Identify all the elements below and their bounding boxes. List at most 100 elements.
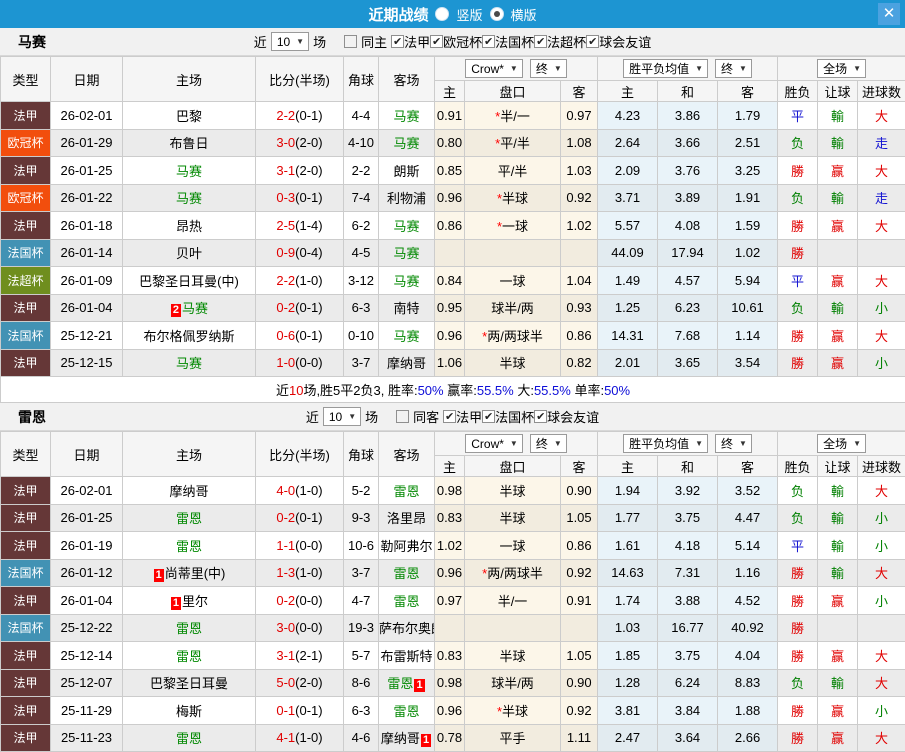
odds-away: 0.92 — [561, 559, 598, 587]
match-date: 26-01-04 — [51, 294, 123, 322]
league-checkbox[interactable]: ✔ — [534, 410, 547, 423]
result-goals: 大 — [858, 477, 905, 505]
odds-group-header: Crow*▼ 终▼ — [435, 57, 598, 81]
league-label[interactable]: 法甲 — [456, 407, 482, 426]
avg-draw: 4.08 — [658, 212, 718, 240]
col-odds-away: 客 — [561, 81, 598, 102]
team-label: 摩纳哥 — [387, 356, 426, 371]
same-venue-label[interactable]: 同主 — [361, 32, 387, 51]
col-type: 类型 — [1, 57, 51, 102]
chevron-down-icon: ▼ — [510, 64, 518, 73]
league-checkbox[interactable]: ✔ — [482, 410, 495, 423]
corner-score: 6-3 — [344, 294, 379, 322]
col-result: 胜负 — [778, 81, 818, 102]
league-label[interactable]: 球会友谊 — [547, 407, 599, 426]
match-date: 26-01-25 — [51, 157, 123, 185]
handicap: 半/一 — [465, 587, 561, 615]
corner-score: 6-3 — [344, 697, 379, 725]
corner-score: 2-2 — [344, 157, 379, 185]
handicap-text: 平/半 — [500, 136, 530, 151]
league-label[interactable]: 球会友谊 — [599, 32, 651, 51]
match-row: 法国杯26-01-121尚蒂里(中)1-3(1-0)3-7雷恩0.96*两/两球… — [1, 559, 905, 587]
league-checkbox[interactable]: ✔ — [482, 35, 495, 48]
layout-radio-horizontal-label[interactable]: 横版 — [511, 5, 537, 24]
halftime-score: (0-1) — [295, 510, 322, 525]
team-label: 尚蒂里(中) — [165, 566, 226, 581]
team-label: 巴黎圣日耳曼 — [150, 676, 228, 691]
match-type: 法国杯 — [1, 614, 51, 642]
match-score: 2-5(1-4) — [256, 212, 344, 240]
odds-home: 0.97 — [435, 587, 465, 615]
avg-away: 5.14 — [718, 532, 778, 560]
league-label[interactable]: 法超杯 — [547, 32, 586, 51]
match-date: 25-11-23 — [51, 724, 123, 752]
final-odds-select[interactable]: 终▼ — [530, 434, 567, 453]
avg-home: 4.23 — [598, 102, 658, 130]
fulltime-score: 3-0 — [276, 620, 295, 635]
result-handicap: 赢 — [818, 322, 858, 350]
same-venue-label[interactable]: 同客 — [413, 407, 439, 426]
league-label[interactable]: 法国杯 — [495, 407, 534, 426]
match-row: 法国杯25-12-22雷恩3-0(0-0)19-3萨布尔奥朗尼1.0316.77… — [1, 614, 905, 642]
layout-radio-vertical[interactable] — [435, 7, 449, 21]
final-avg-select[interactable]: 终▼ — [715, 434, 752, 453]
league-filter: ✔法甲 — [443, 407, 482, 426]
avg-home: 1.94 — [598, 477, 658, 505]
league-checkbox[interactable]: ✔ — [443, 410, 456, 423]
avg-select[interactable]: 胜平负均值▼ — [623, 59, 708, 78]
result-handicap: 赢 — [818, 642, 858, 670]
match-row: 法甲26-01-25马赛3-1(2-0)2-2朗斯0.85平/半1.032.09… — [1, 157, 905, 185]
match-score: 4-0(1-0) — [256, 477, 344, 505]
home-team: 1里尔 — [123, 587, 256, 615]
summary-segment: 50% — [604, 383, 630, 398]
same-venue-checkbox[interactable] — [396, 410, 409, 423]
league-label[interactable]: 法甲 — [404, 32, 430, 51]
league-checkbox[interactable]: ✔ — [391, 35, 404, 48]
avg-home: 3.81 — [598, 697, 658, 725]
team-label: 马赛 — [182, 301, 208, 316]
result-handicap: 輸 — [818, 184, 858, 212]
match-count-select[interactable]: 10▼ — [323, 407, 361, 426]
match-count-select[interactable]: 10▼ — [271, 32, 309, 51]
fullmatch-select[interactable]: 全场▼ — [817, 434, 866, 453]
match-date: 26-01-14 — [51, 239, 123, 267]
avg-away: 1.16 — [718, 559, 778, 587]
league-checkbox[interactable]: ✔ — [586, 35, 599, 48]
odds-home: 0.78 — [435, 724, 465, 752]
away-team: 利物浦 — [379, 184, 435, 212]
league-label[interactable]: 欧冠杯 — [443, 32, 482, 51]
match-type: 法甲 — [1, 102, 51, 130]
result-goals: 大 — [858, 212, 905, 240]
league-checkbox[interactable]: ✔ — [534, 35, 547, 48]
result-goals: 走 — [858, 184, 905, 212]
close-button[interactable]: ✕ — [878, 3, 900, 25]
fulltime-score: 2-5 — [276, 218, 295, 233]
odds-away: 1.03 — [561, 157, 598, 185]
fullmatch-group-header: 全场▼ — [778, 432, 905, 456]
final-odds-select[interactable]: 终▼ — [530, 59, 567, 78]
fulltime-score: 1-0 — [276, 355, 295, 370]
result-wdl: 勝 — [778, 642, 818, 670]
layout-radio-vertical-label[interactable]: 竖版 — [456, 5, 482, 24]
match-type: 法超杯 — [1, 267, 51, 295]
corner-score: 7-4 — [344, 184, 379, 212]
avg-draw: 3.89 — [658, 184, 718, 212]
match-row: 法甲26-01-041里尔0-2(0-0)4-7雷恩0.97半/一0.911.7… — [1, 587, 905, 615]
fullmatch-select[interactable]: 全场▼ — [817, 59, 866, 78]
avg-away: 40.92 — [718, 614, 778, 642]
odds-away: 0.86 — [561, 322, 598, 350]
league-checkbox[interactable]: ✔ — [430, 35, 443, 48]
bookmaker-select[interactable]: Crow*▼ — [465, 59, 523, 78]
chevron-down-icon: ▼ — [853, 439, 861, 448]
layout-radio-horizontal[interactable] — [490, 7, 504, 21]
match-date: 26-01-04 — [51, 587, 123, 615]
match-type: 法甲 — [1, 477, 51, 505]
avg-select[interactable]: 胜平负均值▼ — [623, 434, 708, 453]
same-venue-checkbox[interactable] — [344, 35, 357, 48]
team-label: 利物浦 — [387, 191, 426, 206]
corner-score: 5-7 — [344, 642, 379, 670]
col-avg-draw: 和 — [658, 456, 718, 477]
league-label[interactable]: 法国杯 — [495, 32, 534, 51]
final-avg-select[interactable]: 终▼ — [715, 59, 752, 78]
bookmaker-select[interactable]: Crow*▼ — [465, 434, 523, 453]
